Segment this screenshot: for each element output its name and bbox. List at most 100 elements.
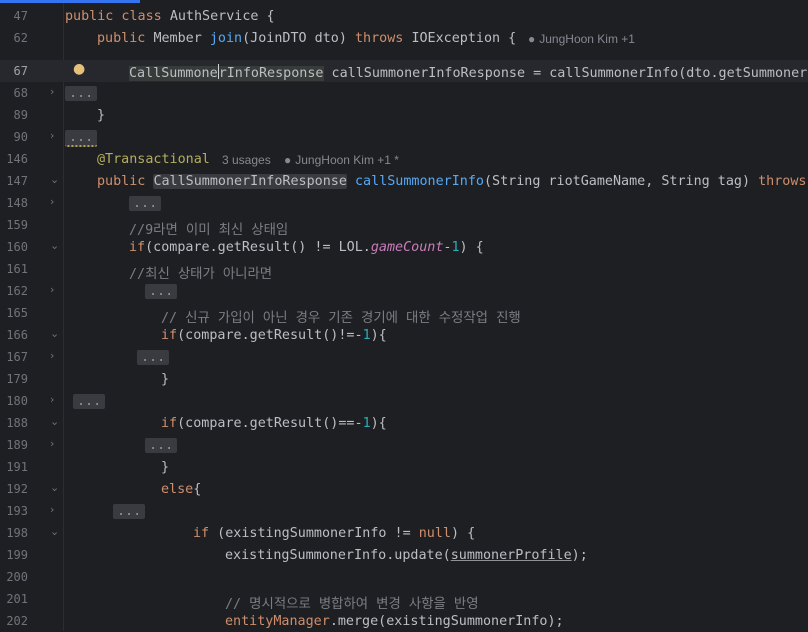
chevron-down-icon[interactable]: ⌄	[50, 415, 59, 428]
line-number: 188	[6, 416, 28, 430]
line-number: 47	[13, 9, 28, 23]
folded-region[interactable]: ...	[113, 504, 146, 519]
code-line[interactable]: 201 // 명시적으로 병합하여 변경 사항을 반영	[0, 588, 808, 612]
line-number: 67	[13, 64, 28, 78]
code-text: public class AuthService {	[65, 9, 275, 24]
folded-region[interactable]: ...	[145, 438, 178, 453]
line-number: 159	[6, 218, 28, 232]
person-icon: ●	[284, 153, 292, 167]
lightbulb-icon[interactable]: ●	[73, 61, 85, 77]
code-line[interactable]: 189 › ...	[0, 434, 808, 456]
code-line[interactable]: 89 }	[0, 104, 808, 126]
code-comment: // 명시적으로 병합하여 변경 사항을 반영	[225, 597, 479, 612]
code-text: }	[97, 108, 106, 123]
folded-region[interactable]: ...	[65, 86, 98, 101]
line-number: 165	[6, 306, 28, 320]
code-line[interactable]: 193 › ...	[0, 500, 808, 522]
folded-region[interactable]: ...	[73, 394, 106, 409]
author-inlay-hint[interactable]: ● JungHoon Kim +1 *	[284, 153, 399, 167]
line-number: 201	[6, 592, 28, 606]
line-number: 179	[6, 372, 28, 386]
chevron-right-icon[interactable]: ›	[50, 437, 54, 450]
line-number: 162	[6, 284, 28, 298]
folded-region[interactable]: ...	[137, 350, 170, 365]
line-number: 192	[6, 482, 28, 496]
code-line[interactable]: 161 //최신 상태가 아니라면	[0, 258, 808, 282]
code-line[interactable]: 148 › ...	[0, 192, 808, 214]
code-line[interactable]: 147 ⌄ public CallSummonerInfoResponse ca…	[0, 170, 808, 192]
code-line[interactable]: 191 }	[0, 456, 808, 478]
line-number: 200	[6, 570, 28, 584]
line-number: 161	[6, 262, 28, 276]
code-text: entityManager.merge(existingSummonerInfo…	[225, 614, 564, 629]
chevron-right-icon[interactable]: ›	[50, 393, 54, 406]
chevron-right-icon[interactable]: ›	[50, 85, 54, 98]
code-text: if(compare.getResult()==-1){	[161, 416, 387, 431]
line-number: 68	[13, 86, 28, 100]
code-text: }	[161, 372, 170, 387]
chevron-right-icon[interactable]: ›	[50, 129, 54, 142]
chevron-right-icon[interactable]: ›	[50, 283, 54, 296]
code-line[interactable]: 165 // 신규 가입이 아닌 경우 기존 경기에 대한 수정작업 진행	[0, 302, 808, 326]
line-number: 198	[6, 526, 28, 540]
code-line[interactable]: 159 //9라면 이미 최신 상태임	[0, 214, 808, 238]
code-line[interactable]: 200	[0, 566, 808, 588]
code-text: if(compare.getResult()!=-1){	[161, 328, 387, 343]
code-comment: // 신규 가입이 아닌 경우 기존 경기에 대한 수정작업 진행	[161, 311, 521, 326]
code-line[interactable]: 146 @Transactional 3 usages ● JungHoon Ki…	[0, 148, 808, 170]
folded-region[interactable]: ...	[65, 130, 98, 147]
line-number: 89	[13, 108, 28, 122]
code-line[interactable]: 162 › ...	[0, 280, 808, 302]
chevron-down-icon[interactable]: ⌄	[50, 525, 59, 538]
folded-region[interactable]: ...	[145, 284, 178, 299]
person-icon: ●	[528, 32, 536, 46]
code-text: if(compare.getResult() != LOL.gameCount-…	[129, 240, 484, 255]
scroll-progress-bar	[0, 0, 140, 3]
code-line[interactable]: 68 › ...	[0, 82, 808, 104]
line-number: 90	[13, 130, 28, 144]
code-line[interactable]: 90 › ...	[0, 126, 808, 148]
code-line[interactable]: 160 ⌄ if(compare.getResult() != LOL.game…	[0, 236, 808, 258]
code-text: @Transactional	[97, 152, 210, 167]
line-number: 147	[6, 174, 28, 188]
code-line[interactable]: 179 }	[0, 368, 808, 390]
line-number: 166	[6, 328, 28, 342]
chevron-right-icon[interactable]: ›	[50, 195, 54, 208]
chevron-down-icon[interactable]: ⌄	[50, 481, 59, 494]
line-number: 191	[6, 460, 28, 474]
folded-region[interactable]: ...	[129, 196, 162, 211]
line-number: 160	[6, 240, 28, 254]
code-line[interactable]: 202 entityManager.merge(existingSummoner…	[0, 610, 808, 632]
line-number: 180	[6, 394, 28, 408]
line-number: 146	[6, 152, 28, 166]
chevron-down-icon[interactable]: ⌄	[50, 327, 59, 340]
chevron-down-icon[interactable]: ⌄	[50, 173, 59, 186]
chevron-right-icon[interactable]: ›	[50, 349, 54, 362]
code-text: public CallSummonerInfoResponse callSumm…	[97, 174, 807, 189]
code-text: if (existingSummonerInfo != null) {	[193, 526, 476, 541]
code-line[interactable]: 167 › ...	[0, 346, 808, 368]
code-line[interactable]: 198 ⌄ if (existingSummonerInfo != null) …	[0, 522, 808, 544]
chevron-down-icon[interactable]: ⌄	[50, 239, 59, 252]
code-line[interactable]: 192 ⌄ else{	[0, 478, 808, 500]
code-text: }	[161, 460, 170, 475]
chevron-right-icon[interactable]: ›	[50, 503, 54, 516]
code-line[interactable]: 166 ⌄ if(compare.getResult()!=-1){	[0, 324, 808, 346]
usages-inlay-hint[interactable]: 3 usages	[222, 153, 271, 167]
code-editor[interactable]: 47 public class AuthService { 62 public …	[0, 0, 808, 631]
code-line[interactable]: 47 public class AuthService {	[0, 5, 808, 27]
line-number: 193	[6, 504, 28, 518]
code-text: else{	[161, 482, 202, 497]
line-number: 202	[6, 614, 28, 628]
author-inlay-hint[interactable]: ● JungHoon Kim +1	[528, 32, 635, 46]
line-number: 167	[6, 350, 28, 364]
code-comment: //최신 상태가 아니라면	[129, 267, 273, 282]
code-line[interactable]: 180 › ...	[0, 390, 808, 412]
code-line[interactable]: 199 existingSummonerInfo.update(summoner…	[0, 544, 808, 566]
code-text: CallSummonerInfoResponse callSummonerInf…	[129, 64, 808, 81]
code-line[interactable]: 188 ⌄ if(compare.getResult()==-1){	[0, 412, 808, 434]
code-line[interactable]: 62 public Member join(JoinDTO dto) throw…	[0, 27, 808, 49]
code-text: existingSummonerInfo.update(summonerProf…	[225, 548, 588, 563]
line-number: 189	[6, 438, 28, 452]
code-line-current[interactable]: 67 ● CallSummonerInfoResponse callSummon…	[0, 60, 808, 82]
